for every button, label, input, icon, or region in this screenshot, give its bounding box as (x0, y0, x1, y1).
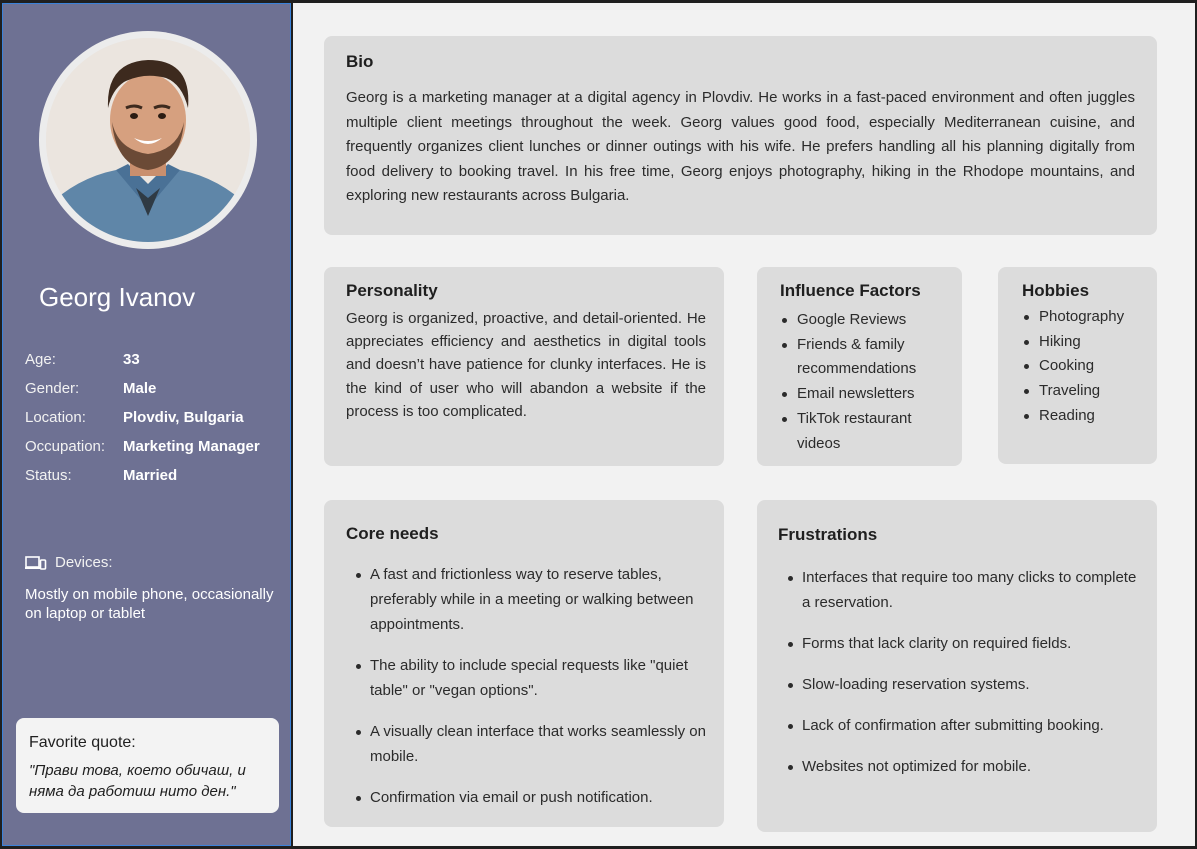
fact-label: Gender: (25, 380, 80, 397)
list-item: Interfaces that require too many clicks … (778, 565, 1139, 615)
core-needs-list: A fast and frictionless way to reserve t… (346, 562, 706, 810)
quote-title: Favorite quote: (29, 734, 136, 751)
fact-row-status: Status: Married (25, 461, 287, 490)
persona-name: Georg Ivanov (39, 282, 196, 312)
avatar-illustration (46, 38, 250, 242)
list-item: Reading (1022, 404, 1145, 429)
devices-text: Mostly on mobile phone, occasionally on … (25, 586, 274, 622)
hobbies-title: Hobbies (1022, 281, 1090, 300)
fact-value: Plovdiv, Bulgaria (123, 409, 244, 426)
personality-text: Georg is organized, proactive, and detai… (346, 310, 706, 420)
frustrations-card: Frustrations Interfaces that require too… (757, 500, 1157, 832)
fact-label: Location: (25, 409, 86, 426)
persona-page: Georg Ivanov Age: 33 Gender: Male Locati… (0, 0, 1197, 849)
bio-card: Bio Georg is a marketing manager at a di… (324, 36, 1157, 235)
list-item: Photography (1022, 305, 1145, 330)
fact-value: Male (123, 380, 157, 397)
fact-row-gender: Gender: Male (25, 374, 287, 403)
bio-text: Georg is a marketing manager at a digita… (346, 89, 1135, 205)
avatar-frame (39, 31, 257, 249)
list-item: The ability to include special requests … (346, 653, 706, 703)
list-item: Email newsletters (780, 382, 950, 407)
persona-facts: Age: 33 Gender: Male Location: Plovdiv, … (25, 345, 287, 490)
list-item: Google Reviews (780, 308, 950, 333)
fact-label: Status: (25, 467, 72, 484)
devices-icon (25, 555, 47, 570)
fact-row-occupation: Occupation: Marketing Manager (25, 432, 287, 461)
list-item: Traveling (1022, 379, 1145, 404)
list-item: Friends & family recommendations (780, 333, 950, 382)
fact-value: Marketing Manager (123, 438, 260, 455)
list-item: Hiking (1022, 330, 1145, 355)
devices-heading: Devices: (25, 554, 113, 571)
list-item: Confirmation via email or push notificat… (346, 785, 706, 810)
core-needs-title: Core needs (346, 524, 439, 543)
frustrations-title: Frustrations (778, 525, 878, 544)
quote-text: "Прави това, което обичаш, и няма да раб… (29, 762, 246, 800)
list-item: A visually clean interface that works se… (346, 719, 706, 769)
persona-main: Bio Georg is a marketing manager at a di… (293, 3, 1195, 846)
bio-title: Bio (346, 52, 374, 71)
list-item: Websites not optimized for mobile. (778, 754, 1139, 779)
hobbies-list: Photography Hiking Cooking Traveling Rea… (1022, 305, 1145, 429)
favorite-quote-card: Favorite quote: "Прави това, което обича… (16, 718, 279, 813)
avatar (46, 38, 250, 242)
list-item: A fast and frictionless way to reserve t… (346, 562, 706, 637)
personality-card: Personality Georg is organized, proactiv… (324, 267, 724, 466)
personality-title: Personality (346, 281, 438, 300)
list-item: Slow-loading reservation systems. (778, 672, 1139, 697)
influence-factors-card: Influence Factors Google Reviews Friends… (757, 267, 962, 466)
fact-label: Age: (25, 351, 56, 368)
frustrations-list: Interfaces that require too many clicks … (778, 565, 1139, 779)
list-item: Cooking (1022, 354, 1145, 379)
fact-row-age: Age: 33 (25, 345, 287, 374)
list-item: Lack of confirmation after submitting bo… (778, 713, 1139, 738)
fact-value: 33 (123, 351, 140, 368)
list-item: TikTok restaurant videos (780, 407, 950, 456)
fact-label: Occupation: (25, 438, 106, 455)
profile-sidebar: Georg Ivanov Age: 33 Gender: Male Locati… (2, 3, 291, 846)
influence-list: Google Reviews Friends & family recommen… (780, 308, 950, 456)
hobbies-card: Hobbies Photography Hiking Cooking Trave… (998, 267, 1157, 464)
fact-row-location: Location: Plovdiv, Bulgaria (25, 403, 287, 432)
fact-value: Married (123, 467, 178, 484)
list-item: Forms that lack clarity on required fiel… (778, 631, 1139, 656)
core-needs-card: Core needs A fast and frictionless way t… (324, 500, 724, 827)
influence-title: Influence Factors (780, 281, 921, 300)
devices-label: Devices: (55, 554, 113, 571)
